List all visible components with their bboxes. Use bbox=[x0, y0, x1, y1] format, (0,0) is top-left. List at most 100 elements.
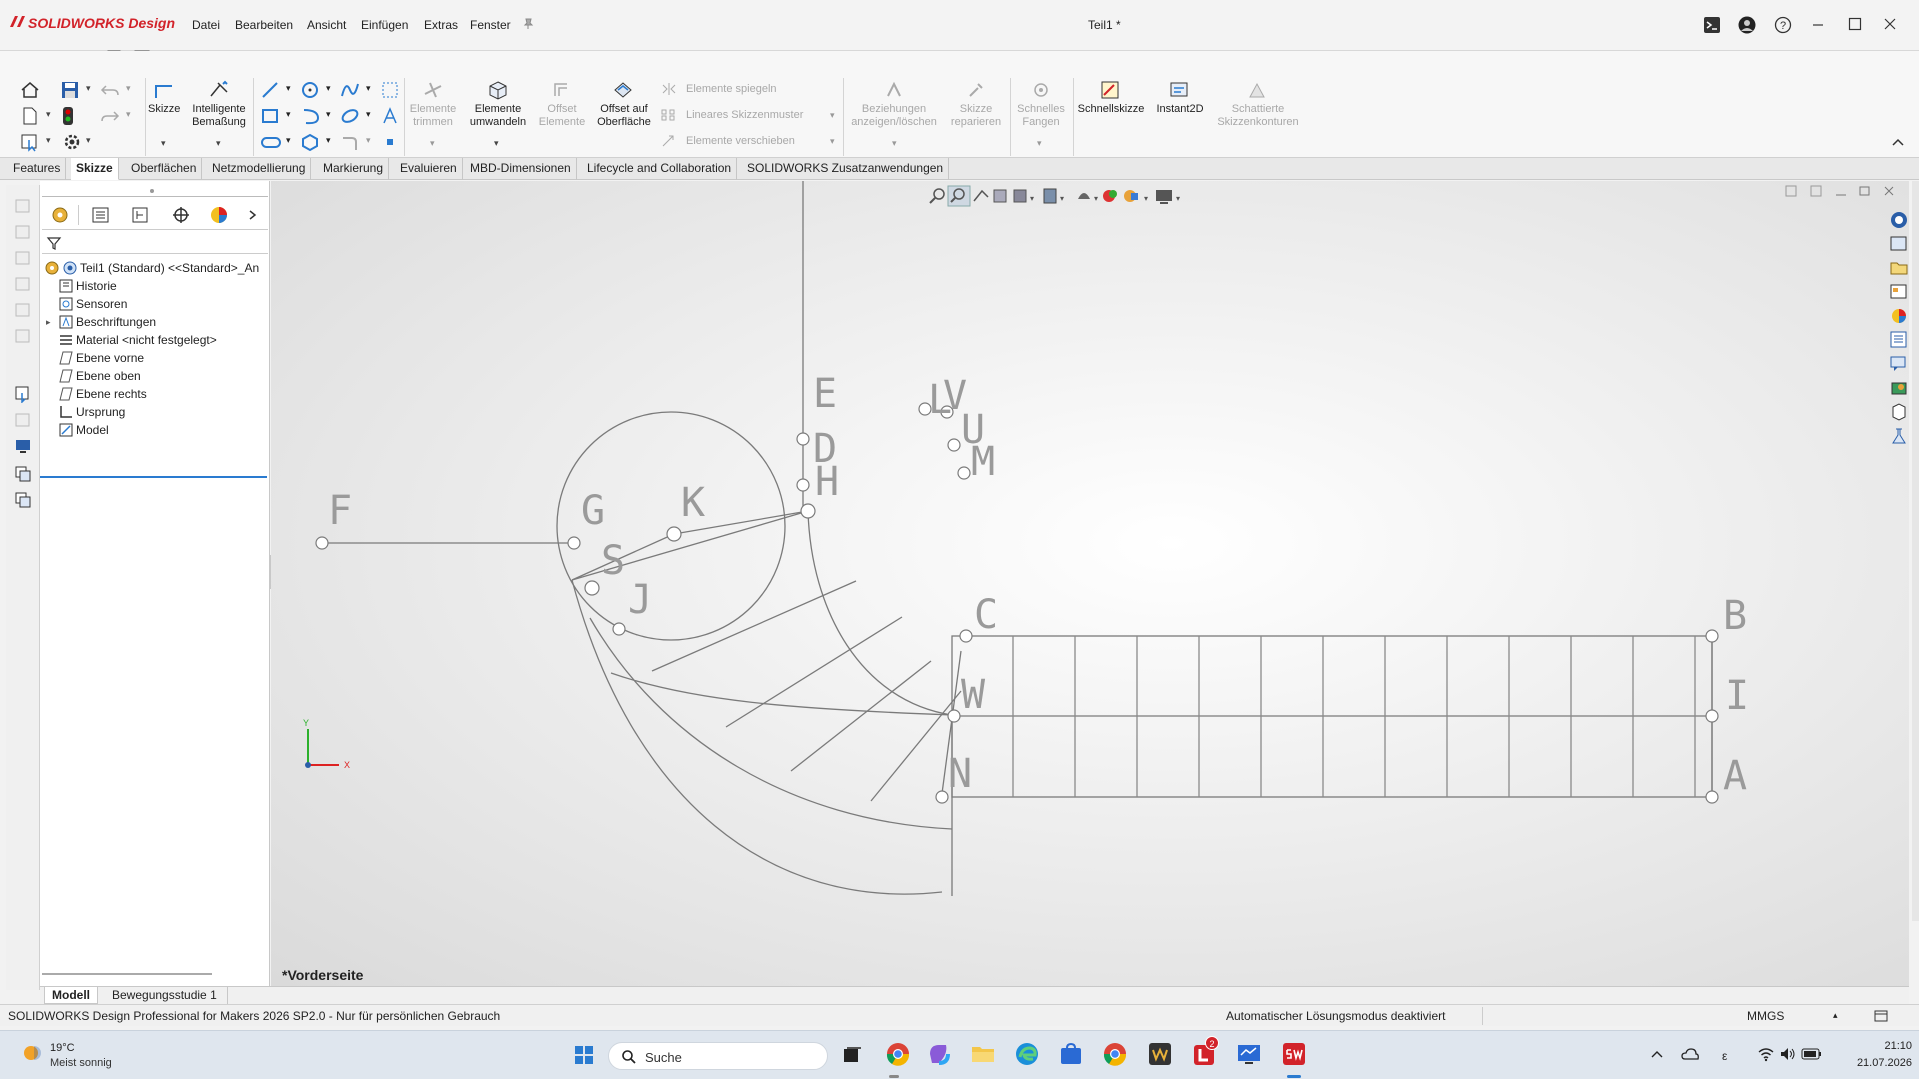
3d-content-icon[interactable] bbox=[1889, 402, 1909, 422]
custom-properties-icon[interactable] bbox=[1889, 330, 1909, 350]
strip-copy-icon[interactable] bbox=[14, 465, 32, 483]
linear-pattern-button[interactable]: Lineares Skizzenmuster bbox=[686, 109, 803, 122]
quick-snaps-icon[interactable] bbox=[1031, 80, 1051, 100]
select-icon[interactable] bbox=[20, 132, 40, 152]
tray-expand-icon[interactable] bbox=[1651, 1049, 1663, 1059]
ellipse-dropdown-icon[interactable]: ▾ bbox=[366, 109, 371, 120]
text-tool-icon[interactable] bbox=[380, 106, 400, 126]
tab-bewegungsstudie[interactable]: Bewegungsstudie 1 bbox=[102, 987, 228, 1004]
offset-entities-button-line1[interactable]: Offset bbox=[535, 103, 589, 116]
configurationmanager-tab-icon[interactable] bbox=[130, 205, 152, 225]
rollback-bar[interactable] bbox=[40, 476, 267, 478]
more-tabs-chevron-icon[interactable] bbox=[248, 209, 258, 221]
monitor-app-icon[interactable] bbox=[1236, 1041, 1262, 1067]
point-tool-icon[interactable] bbox=[384, 136, 396, 148]
options-dropdown-icon[interactable]: ▾ bbox=[86, 135, 91, 146]
shaded-contours-button-line1[interactable]: Schattierte bbox=[1213, 103, 1303, 116]
rectangle-dropdown-icon[interactable]: ▾ bbox=[286, 109, 291, 120]
save-icon[interactable] bbox=[60, 80, 80, 100]
strip-part-icon-6[interactable] bbox=[14, 327, 32, 345]
spline-dropdown-icon[interactable]: ▾ bbox=[366, 83, 371, 94]
simulation-icon[interactable] bbox=[1889, 426, 1909, 446]
strip-part-icon-1[interactable] bbox=[14, 197, 32, 215]
repair-sketch-button-line1[interactable]: Skizze bbox=[946, 103, 1006, 116]
viewport-scrollbar[interactable] bbox=[1912, 181, 1919, 921]
chrome-profile-icon[interactable] bbox=[1102, 1041, 1128, 1067]
shaded-contours-icon[interactable] bbox=[1247, 80, 1267, 100]
offset-on-surface-button-line1[interactable]: Offset auf bbox=[592, 103, 656, 116]
slot-tool-icon[interactable] bbox=[260, 132, 284, 152]
new-document-icon[interactable] bbox=[20, 106, 40, 126]
mirror-entities-button[interactable]: Elemente spiegeln bbox=[686, 83, 777, 96]
convert-entities-button-line1[interactable]: Elemente bbox=[463, 103, 533, 116]
arc-tool-icon[interactable] bbox=[300, 106, 320, 126]
line-tool-icon[interactable] bbox=[260, 80, 280, 100]
displaymanager-tab-icon[interactable] bbox=[208, 205, 230, 225]
units-up-arrow-icon[interactable]: ▴ bbox=[1833, 1010, 1838, 1021]
wifi-icon[interactable] bbox=[1757, 1046, 1775, 1062]
strip-part-icon-4[interactable] bbox=[14, 275, 32, 293]
command-prompt-icon[interactable] bbox=[1703, 16, 1721, 34]
offset-entities-icon[interactable] bbox=[551, 80, 571, 100]
home-icon[interactable] bbox=[20, 80, 40, 100]
polygon-tool-icon[interactable] bbox=[300, 132, 320, 152]
sketch-dropdown-icon[interactable]: ▾ bbox=[161, 138, 166, 149]
help-icon[interactable]: ? bbox=[1774, 16, 1792, 34]
rectangle-tool-icon[interactable] bbox=[260, 106, 280, 126]
repair-sketch-icon[interactable] bbox=[966, 80, 986, 100]
tab-zusatzanwendungen[interactable]: SOLIDWORKS Zusatzanwendungen bbox=[742, 158, 950, 180]
unit-system-selector[interactable]: MMGS bbox=[1747, 1009, 1784, 1023]
circle-dropdown-icon[interactable]: ▾ bbox=[326, 83, 331, 94]
undo-dropdown-icon[interactable]: ▾ bbox=[126, 83, 131, 94]
tab-mbd-dimensionen[interactable]: MBD-Dimensionen bbox=[465, 158, 577, 180]
ellipse-tool-icon[interactable] bbox=[340, 106, 360, 126]
tab-evaluieren[interactable]: Evaluieren bbox=[395, 158, 463, 180]
solidworks-taskbar-icon[interactable] bbox=[1281, 1041, 1307, 1067]
save-dropdown-icon[interactable]: ▾ bbox=[86, 83, 91, 94]
rapid-sketch-button[interactable]: Schnellskizze bbox=[1076, 103, 1146, 116]
dimxpert-tab-icon[interactable] bbox=[170, 205, 192, 225]
relations-dropdown-icon[interactable]: ▾ bbox=[892, 138, 897, 149]
strip-part-icon-3[interactable] bbox=[14, 249, 32, 267]
smart-dimension-button-line1[interactable]: Intelligente bbox=[185, 103, 253, 116]
task-view-icon[interactable] bbox=[841, 1044, 863, 1066]
chrome-icon[interactable] bbox=[885, 1041, 911, 1067]
status-toggle-icon[interactable] bbox=[1874, 1009, 1888, 1023]
solidworks-resources-icon[interactable] bbox=[1889, 210, 1909, 230]
snaps-dropdown-icon[interactable]: ▾ bbox=[1037, 138, 1042, 149]
minimize-icon[interactable] bbox=[1810, 16, 1826, 32]
featuremanager-tab-icon[interactable] bbox=[50, 205, 72, 225]
tab-skizze[interactable]: Skizze bbox=[71, 158, 119, 180]
trim-dropdown-icon[interactable]: ▾ bbox=[430, 138, 435, 149]
redo-dropdown-icon[interactable]: ▾ bbox=[126, 109, 131, 120]
arc-dropdown-icon[interactable]: ▾ bbox=[326, 109, 331, 120]
file-explorer-taskbar-icon[interactable] bbox=[970, 1041, 996, 1067]
circle-tool-icon[interactable] bbox=[300, 80, 320, 100]
relations-icon[interactable] bbox=[884, 80, 904, 100]
tab-lifecycle[interactable]: Lifecycle and Collaboration bbox=[582, 158, 738, 180]
dimension-dropdown-icon[interactable]: ▾ bbox=[216, 138, 221, 149]
menu-einfuegen[interactable]: Einfügen bbox=[361, 18, 408, 32]
menu-bearbeiten[interactable]: Bearbeiten bbox=[235, 18, 293, 32]
menu-ansicht[interactable]: Ansicht bbox=[307, 18, 346, 32]
tab-modell[interactable]: Modell bbox=[44, 987, 98, 1004]
traffic-light-icon[interactable] bbox=[62, 106, 74, 126]
collapse-ribbon-icon[interactable] bbox=[1891, 136, 1905, 148]
rapid-sketch-icon[interactable] bbox=[1100, 80, 1120, 100]
linear-pattern-icon[interactable] bbox=[661, 108, 677, 122]
spline-tool-icon[interactable] bbox=[340, 80, 360, 100]
strip-select-icon[interactable] bbox=[14, 385, 32, 403]
panel-grip-icon[interactable] bbox=[148, 187, 156, 195]
copilot-icon[interactable] bbox=[926, 1041, 952, 1067]
pin-icon[interactable] bbox=[522, 18, 534, 30]
undo-icon[interactable] bbox=[100, 80, 120, 100]
strip-part-icon-5[interactable] bbox=[14, 301, 32, 319]
move-entities-button[interactable]: Elemente verschieben bbox=[686, 135, 795, 148]
windows-start-icon[interactable] bbox=[574, 1045, 594, 1065]
store-icon[interactable] bbox=[1058, 1041, 1084, 1067]
sketch-icon[interactable] bbox=[153, 82, 175, 102]
menu-fenster[interactable]: Fenster bbox=[470, 18, 511, 32]
filter-icon[interactable] bbox=[46, 235, 62, 251]
fillet-dropdown-icon[interactable]: ▾ bbox=[366, 135, 371, 146]
menu-extras[interactable]: Extras bbox=[424, 18, 458, 32]
